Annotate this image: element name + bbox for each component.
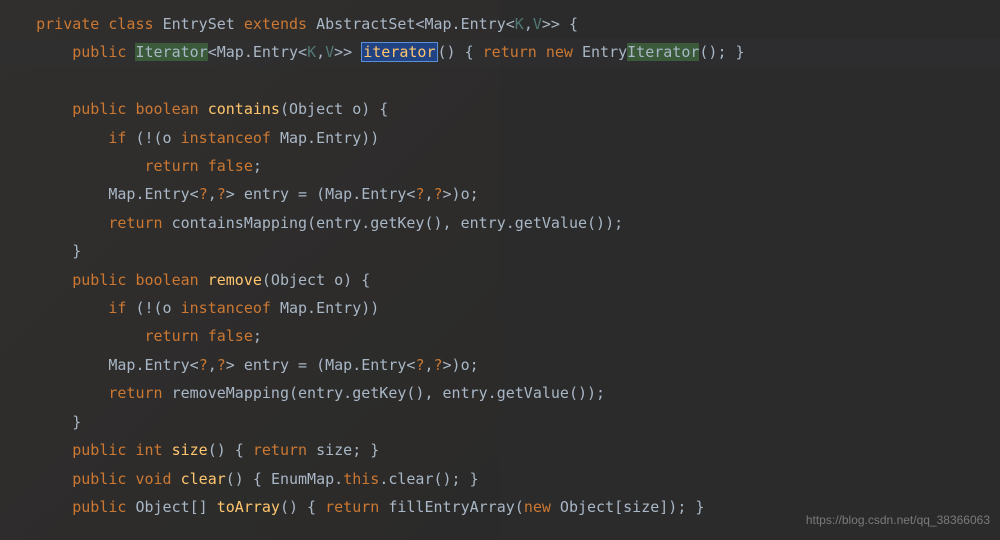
code-line-8: return containsMapping(entry.getKey(), e…	[0, 214, 623, 232]
code-line-4: public boolean contains(Object o) {	[0, 100, 388, 118]
code-line-7: Map.Entry<?,?> entry = (Map.Entry<?,?>)o…	[0, 185, 479, 203]
iterator-method-selected: iterator	[361, 42, 437, 62]
code-line-12: return false;	[0, 327, 262, 345]
code-line-6: return false;	[0, 157, 262, 175]
iterator-type-highlight: Iterator	[135, 43, 207, 61]
code-line-5: if (!(o instanceof Map.Entry))	[0, 129, 379, 147]
iterator-suffix-highlight: Iterator	[627, 43, 699, 61]
code-line-16: public int size() { return size; }	[0, 441, 379, 459]
code-line-2: public Iterator<Map.Entry<K,V>> iterator…	[0, 42, 745, 62]
watermark-text: https://blog.csdn.net/qq_38366063	[806, 506, 990, 534]
code-line-9: }	[0, 242, 81, 260]
code-line-10: public boolean remove(Object o) {	[0, 271, 370, 289]
code-line-13: Map.Entry<?,?> entry = (Map.Entry<?,?>)o…	[0, 356, 479, 374]
code-line-18: public Object[] toArray() { return fillE…	[0, 498, 704, 516]
code-line-1: private class EntrySet extends AbstractS…	[0, 15, 578, 33]
code-line-11: if (!(o instanceof Map.Entry))	[0, 299, 379, 317]
code-editor[interactable]: private class EntrySet extends AbstractS…	[0, 0, 1000, 521]
code-line-15: }	[0, 413, 81, 431]
code-line-17: public void clear() { EnumMap.this.clear…	[0, 470, 479, 488]
code-line-14: return removeMapping(entry.getKey(), ent…	[0, 384, 605, 402]
